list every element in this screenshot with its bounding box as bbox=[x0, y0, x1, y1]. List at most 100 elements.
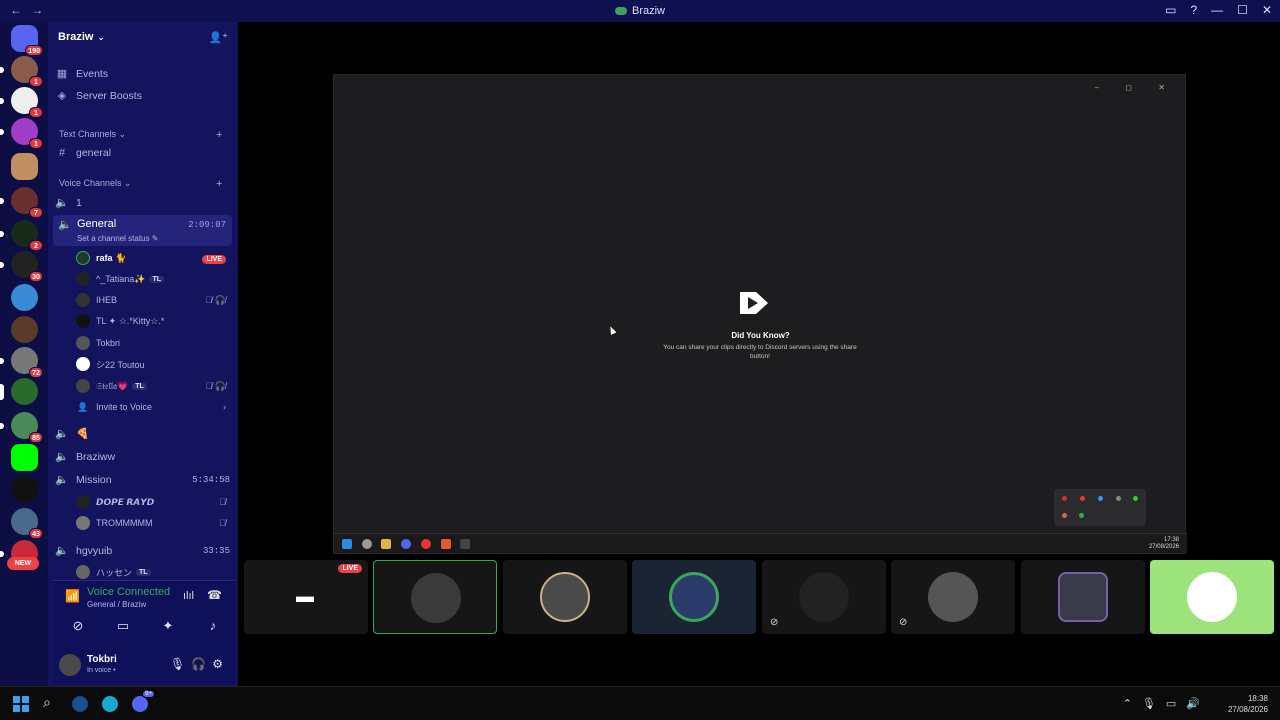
soundboard-button[interactable]: ♪ bbox=[194, 614, 232, 638]
activities-button[interactable]: ✦ bbox=[149, 614, 187, 638]
screen-share-button[interactable]: ▭ bbox=[104, 614, 142, 638]
server-icon[interactable]: 2 bbox=[0, 220, 43, 251]
server-icon[interactable]: 1 bbox=[0, 118, 43, 149]
voice-user[interactable]: ハッセン TL bbox=[76, 563, 228, 581]
invite-to-voice[interactable]: 👤 Invite to Voice › bbox=[76, 398, 228, 416]
add-channel-icon[interactable]: + bbox=[216, 178, 222, 190]
participant-tile[interactable]: ⊘ bbox=[891, 560, 1015, 634]
voice-user[interactable]: rafa 🐈 LIVE bbox=[76, 249, 228, 267]
voice-user[interactable]: ^_Tatiana✨ TL bbox=[76, 270, 228, 288]
chevron-right-icon: › bbox=[223, 402, 226, 412]
server-badge: 30 bbox=[29, 271, 43, 282]
voice-panel: 📶 Voice Connected General / Braziw ılıl … bbox=[53, 580, 235, 684]
network-icon[interactable]: ▭ bbox=[1166, 698, 1186, 710]
category-label: Voice Channels bbox=[59, 178, 122, 188]
set-status-link[interactable]: Set a channel status ✎ bbox=[77, 234, 158, 243]
maximize-button[interactable]: ☐ bbox=[1237, 3, 1248, 17]
server-icon[interactable] bbox=[11, 153, 38, 180]
window-title: Braziw bbox=[0, 5, 1280, 17]
volume-icon[interactable]: 🔊 bbox=[1186, 698, 1210, 710]
text-channels-category[interactable]: Text Channels ⌄ + bbox=[59, 129, 222, 141]
status-text: Set a channel status bbox=[77, 234, 150, 243]
guild-header[interactable]: Braziw ⌄ bbox=[58, 31, 104, 43]
server-icon[interactable]: 85 bbox=[0, 412, 43, 443]
server-badge: 1 bbox=[29, 138, 43, 149]
server-icon[interactable] bbox=[0, 378, 38, 405]
minimize-button[interactable]: — bbox=[1211, 3, 1223, 17]
server-icon[interactable] bbox=[11, 284, 38, 311]
discord-icon[interactable]: 9+ bbox=[132, 690, 155, 712]
speaker-icon: 🔈 bbox=[55, 474, 69, 486]
server-icon[interactable] bbox=[11, 476, 38, 503]
voice-user[interactable]: シ22 Toutou bbox=[76, 355, 228, 373]
user-name: rafa 🐈 bbox=[96, 252, 127, 263]
channel-label: Mission bbox=[76, 473, 112, 486]
add-member-icon[interactable]: 👤⁺ bbox=[208, 31, 228, 44]
mic-icon[interactable]: 🎙 bbox=[170, 657, 191, 671]
windows-start-icon[interactable] bbox=[13, 696, 29, 712]
invite-label: Invite to Voice bbox=[96, 402, 153, 412]
chevron-up-icon[interactable]: ⌃ bbox=[1123, 698, 1142, 710]
inbox-icon[interactable]: ▭ bbox=[1165, 3, 1176, 17]
chevron-down-icon: ⌄ bbox=[95, 33, 105, 42]
participant-tile[interactable] bbox=[1150, 560, 1274, 634]
voice-user[interactable]: 𝔖𝔱𝔢𝔩𝔩𝔞💗 TL 🎙̸ 🎧̸ bbox=[76, 377, 228, 395]
noise-suppression-icon[interactable]: ılıl bbox=[183, 590, 194, 602]
close-button[interactable]: ✕ bbox=[1262, 3, 1272, 17]
user-name: TL ✦ ☆.*Kitty☆.* bbox=[96, 315, 165, 326]
search-icon[interactable]: ⌕ bbox=[43, 694, 59, 710]
server-icon[interactable]: 1 bbox=[0, 56, 43, 87]
server-icon[interactable]: 1 bbox=[0, 87, 43, 118]
server-icon[interactable]: 30 bbox=[0, 251, 43, 282]
channel-general[interactable]: # general bbox=[54, 147, 232, 159]
server-icon[interactable] bbox=[11, 316, 38, 343]
events-item[interactable]: ▦ Events bbox=[54, 67, 232, 81]
stream-tile[interactable]: LIVE ▬ bbox=[244, 560, 368, 634]
voice-user[interactable]: IHEB 🎙̸ 🎧̸ bbox=[76, 291, 228, 309]
server-icon[interactable]: 7 bbox=[0, 187, 43, 218]
disconnect-icon[interactable]: ☎ bbox=[207, 588, 222, 602]
camera-off-button[interactable]: ⊘ bbox=[59, 614, 97, 638]
server-list: 190 1 1 1 7 2 30 72 85 43 NEW bbox=[0, 22, 48, 686]
steam-icon[interactable] bbox=[72, 696, 88, 712]
voice-user[interactable]: 𝘿𝙊𝙋𝙀 𝙍𝘼𝙔𝘿 🎙̸ bbox=[76, 493, 228, 511]
participant-tile[interactable]: ⊘ bbox=[762, 560, 886, 634]
system-clock[interactable]: 18:38 27/08/2026 bbox=[1228, 693, 1268, 715]
avatar bbox=[669, 572, 719, 622]
voice-user[interactable]: Tokbri bbox=[76, 334, 228, 352]
voice-channel-braziww[interactable]: 🔈 Braziww bbox=[54, 450, 232, 464]
avatar[interactable] bbox=[59, 654, 81, 676]
server-icon[interactable]: 43 bbox=[11, 508, 43, 539]
mic-icon[interactable]: 🎙 bbox=[1142, 698, 1166, 710]
voice-channel-mission[interactable]: 🔈 Mission 5:34:58 bbox=[54, 473, 232, 487]
participant-tile[interactable] bbox=[503, 560, 627, 634]
help-icon[interactable]: ? bbox=[1190, 3, 1197, 17]
server-badge: 1 bbox=[29, 107, 43, 118]
voice-connected-sub[interactable]: General / Braziw bbox=[87, 600, 146, 609]
home-button[interactable]: 190 bbox=[11, 25, 43, 56]
voice-channels-category[interactable]: Voice Channels ⌄ + bbox=[59, 178, 222, 190]
voice-channel-general[interactable]: 🔈 General 2:09:07 Set a channel status ✎ bbox=[53, 215, 232, 246]
voice-channel-1[interactable]: 🔈 1 bbox=[54, 196, 232, 210]
server-boosts-item[interactable]: ◈ Server Boosts bbox=[54, 89, 232, 103]
headphones-icon[interactable]: 🎧 bbox=[191, 657, 212, 671]
discord-badge: 9+ bbox=[142, 690, 155, 698]
participant-tile[interactable] bbox=[1021, 560, 1145, 634]
server-icon[interactable] bbox=[11, 444, 38, 471]
edge-icon[interactable] bbox=[102, 696, 118, 712]
add-channel-icon[interactable]: + bbox=[216, 129, 222, 141]
voice-channel-hgvyuib[interactable]: 🔈 hgvyuib 33:35 bbox=[54, 544, 232, 558]
shared-screen[interactable]: – ◻ ✕ Did You Know? You can share your c… bbox=[333, 74, 1187, 554]
server-icon[interactable]: 72 bbox=[0, 347, 43, 378]
participant-tile[interactable] bbox=[373, 560, 497, 634]
avatar bbox=[76, 336, 90, 350]
voice-user[interactable]: TROMMMMM 🎙̸ bbox=[76, 514, 228, 532]
voice-user[interactable]: TL ✦ ☆.*Kitty☆.* bbox=[76, 312, 228, 330]
signal-icon[interactable]: 📶 bbox=[65, 589, 80, 603]
participant-tile[interactable] bbox=[632, 560, 756, 634]
inner-date: 27/08/2026 bbox=[1148, 544, 1179, 550]
gear-icon[interactable]: ⚙ bbox=[212, 657, 229, 671]
user-name: TROMMMMM bbox=[96, 518, 153, 528]
voice-channel-pizza[interactable]: 🔈 🍕 bbox=[54, 427, 232, 440]
boost-icon: ◈ bbox=[57, 90, 67, 102]
